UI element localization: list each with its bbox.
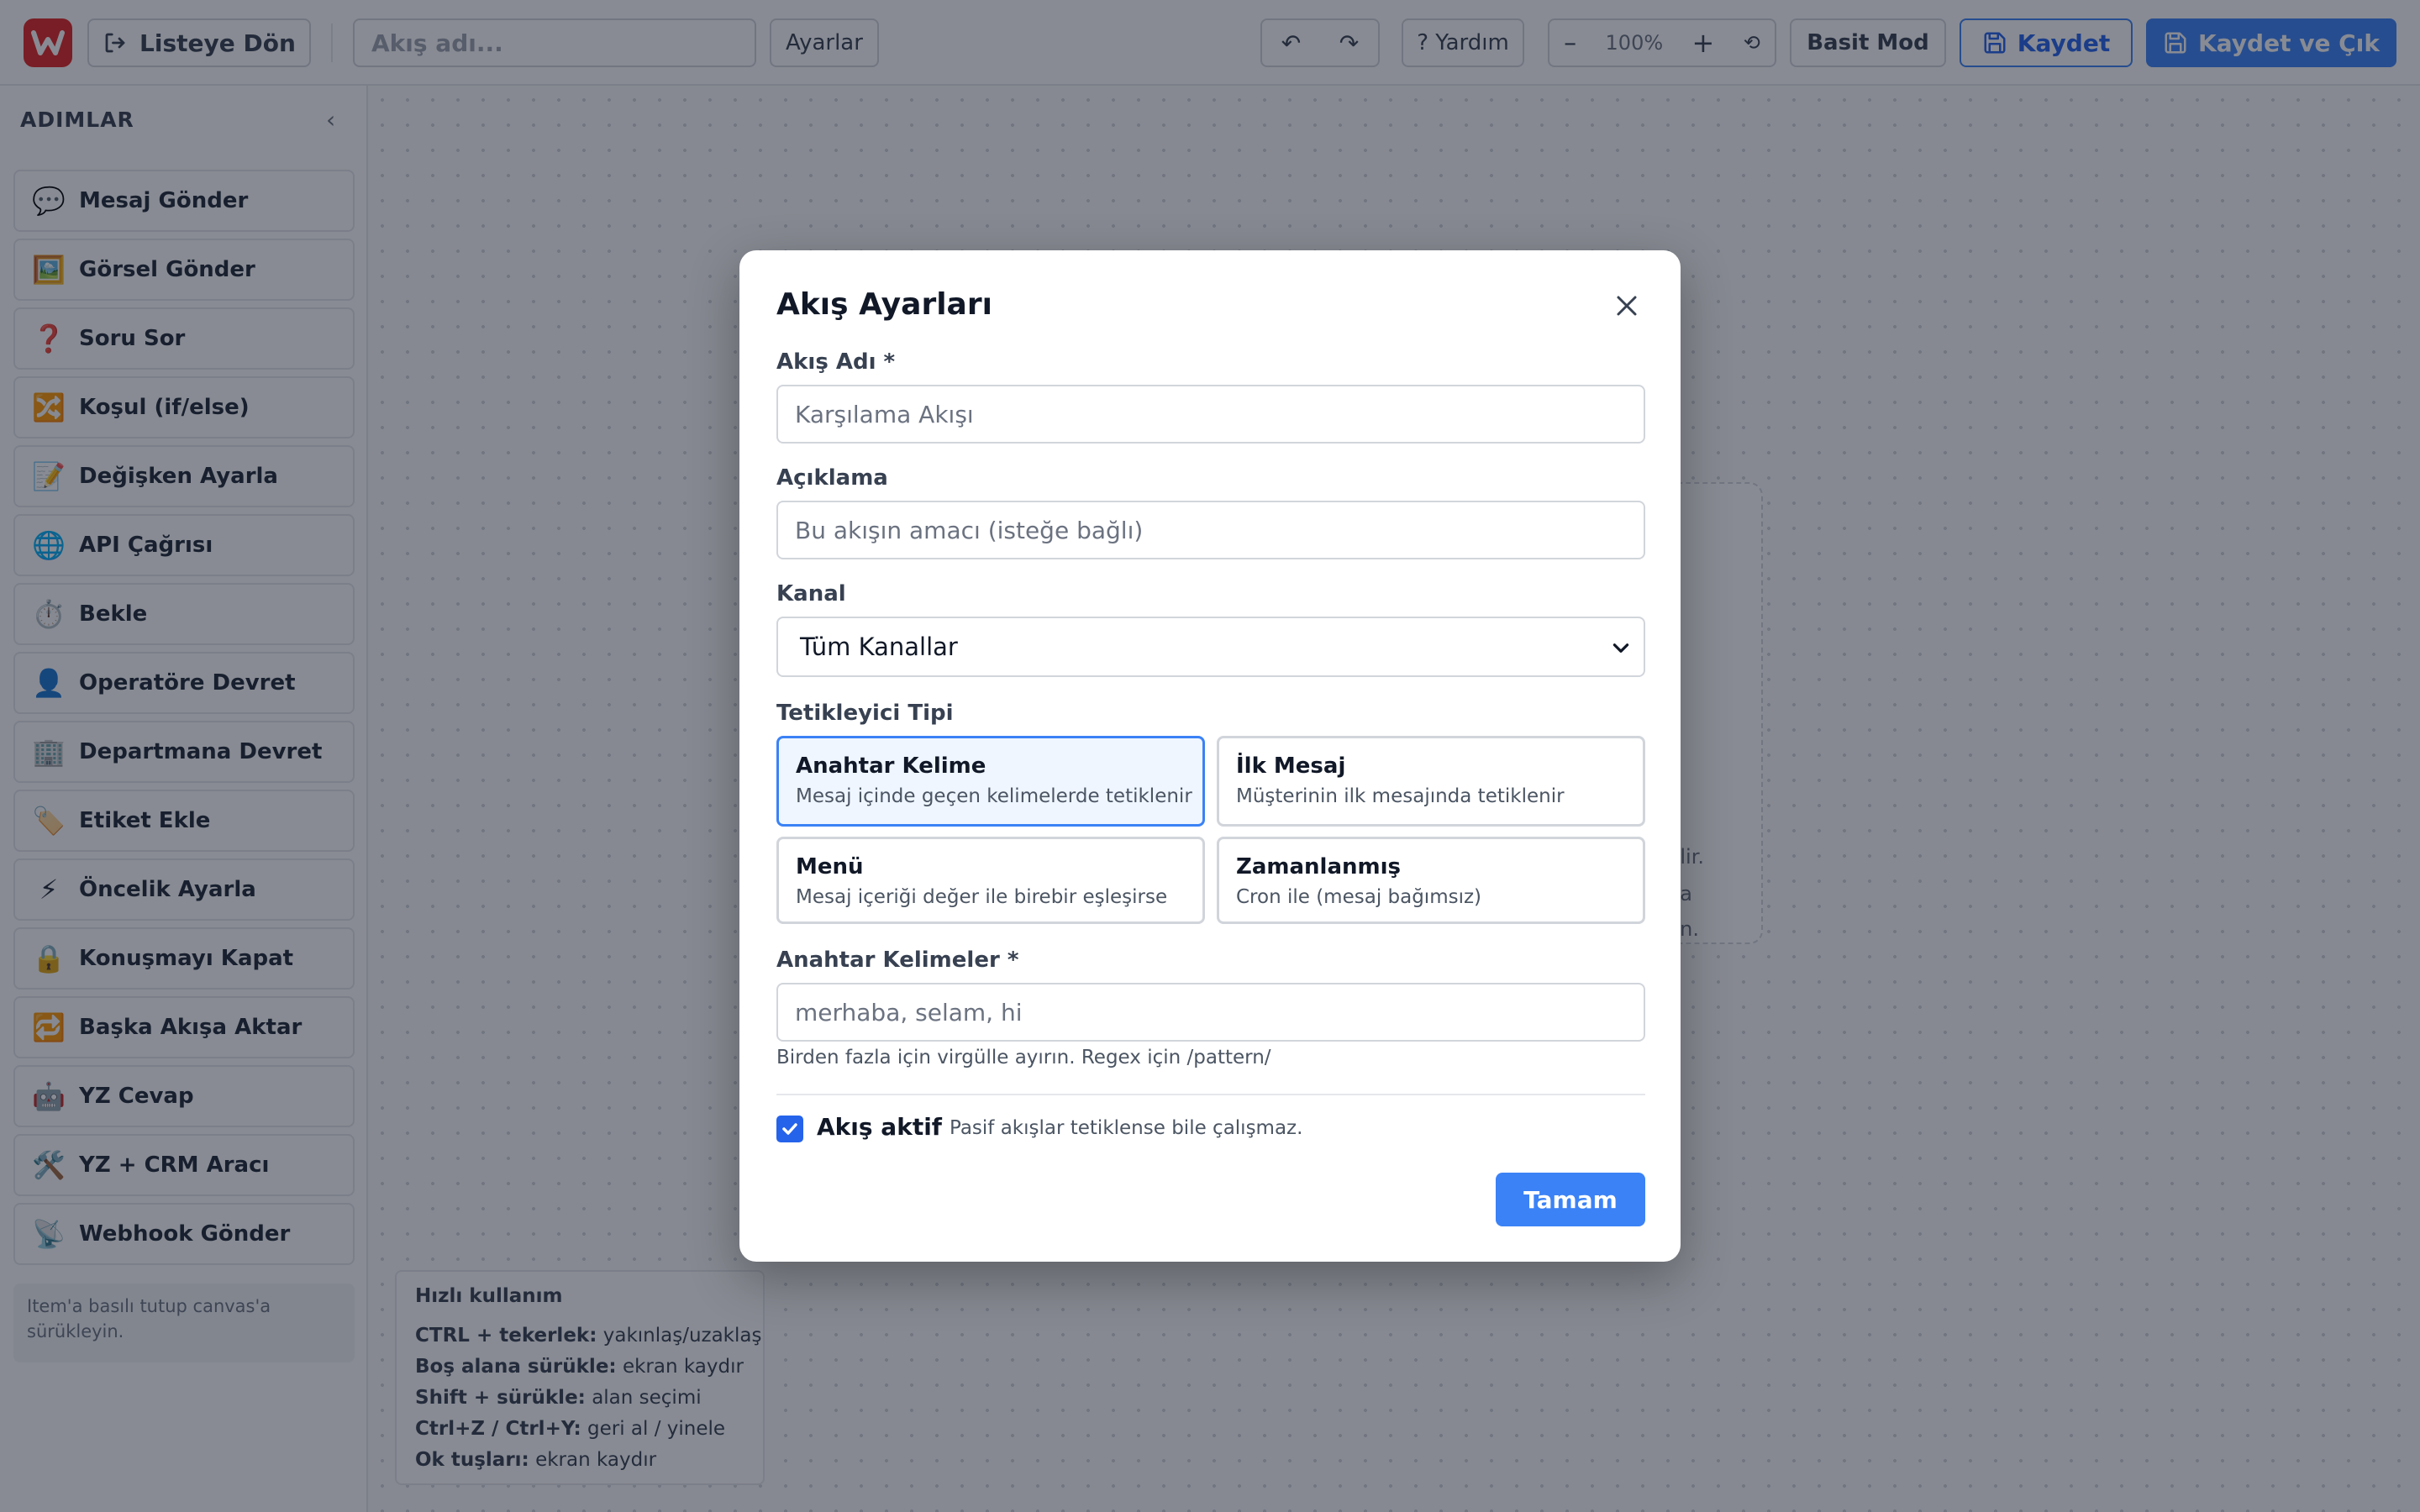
flow-name-label: Akış Adı * xyxy=(776,349,896,375)
trigger-option-keyword[interactable]: Anahtar Kelime Mesaj içinde geçen kelime… xyxy=(776,736,1205,827)
trigger-option-title: İlk Mesaj xyxy=(1236,753,1346,779)
ok-button[interactable]: Tamam xyxy=(1496,1173,1645,1226)
modal-title: Akış Ayarları xyxy=(776,287,992,322)
trigger-type-label: Tetikleyici Tipi xyxy=(776,701,954,726)
keywords-field[interactable] xyxy=(776,983,1645,1042)
modal-divider xyxy=(776,1094,1645,1095)
channel-select[interactable]: Tüm Kanallar xyxy=(776,617,1645,677)
flow-active-checkbox[interactable] xyxy=(776,1116,803,1142)
keywords-label: Anahtar Kelimeler * xyxy=(776,948,1019,973)
trigger-option-desc: Cron ile (mesaj bağımsız) xyxy=(1236,886,1482,908)
description-field[interactable] xyxy=(776,501,1645,559)
channel-label: Kanal xyxy=(776,581,846,606)
keywords-help-text: Birden fazla için virgülle ayırın. Regex… xyxy=(776,1047,1271,1068)
chevron-down-icon xyxy=(1612,643,1629,653)
flow-active-label[interactable]: Akış aktif xyxy=(817,1113,942,1141)
close-icon xyxy=(1617,296,1637,316)
trigger-option-title: Menü xyxy=(796,854,864,879)
trigger-option-scheduled[interactable]: Zamanlanmış Cron ile (mesaj bağımsız) xyxy=(1217,837,1645,924)
trigger-option-desc: Mesaj içinde geçen kelimelerde tetikleni… xyxy=(796,785,1192,807)
trigger-option-title: Zamanlanmış xyxy=(1236,854,1401,879)
channel-selected-value: Tüm Kanallar xyxy=(800,633,958,661)
flow-settings-modal: Akış Ayarları Akış Adı * Açıklama Kanal … xyxy=(739,250,1681,1262)
checkmark-icon xyxy=(782,1123,797,1135)
description-label: Açıklama xyxy=(776,465,888,491)
flow-active-hint: Pasif akışlar tetiklense bile çalışmaz. xyxy=(950,1117,1303,1139)
flow-name-field[interactable] xyxy=(776,385,1645,444)
trigger-option-first-message[interactable]: İlk Mesaj Müşterinin ilk mesajında tetik… xyxy=(1217,736,1645,827)
modal-close-button[interactable] xyxy=(1608,287,1645,324)
trigger-option-title: Anahtar Kelime xyxy=(796,753,986,779)
trigger-option-desc: Müşterinin ilk mesajında tetiklenir xyxy=(1236,785,1565,807)
trigger-option-menu[interactable]: Menü Mesaj içeriği değer ile birebir eşl… xyxy=(776,837,1205,924)
trigger-option-desc: Mesaj içeriği değer ile birebir eşleşirs… xyxy=(796,886,1168,908)
